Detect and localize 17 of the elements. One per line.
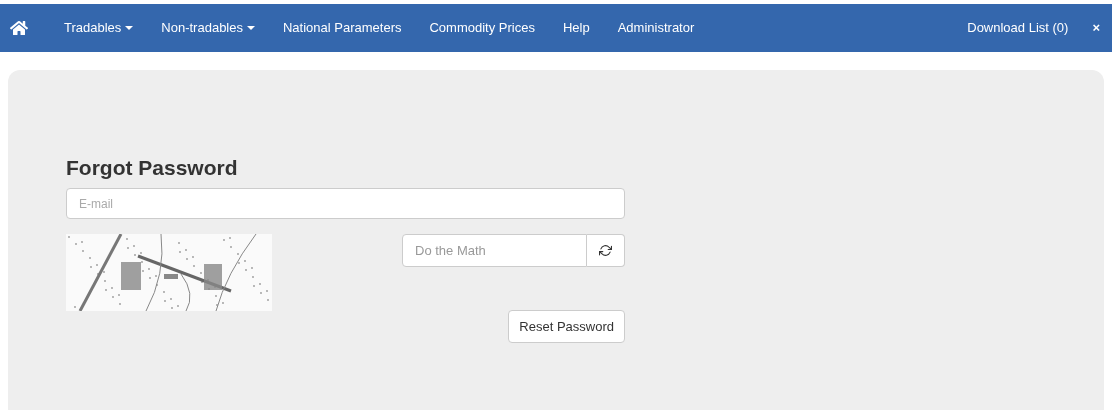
nav-link[interactable]: National Parameters xyxy=(271,18,414,38)
nav-link[interactable]: Tradables xyxy=(52,18,146,38)
reset-password-button[interactable]: Reset Password xyxy=(508,310,625,343)
form-title: Forgot Password xyxy=(66,156,239,180)
caret-icon xyxy=(247,26,255,30)
refresh-button[interactable] xyxy=(587,234,625,267)
nav-link[interactable]: Help xyxy=(550,18,602,38)
nav-link[interactable]: Non-tradables xyxy=(149,18,267,38)
math-answer-field[interactable]: Do the Math xyxy=(402,234,587,267)
download-list-link[interactable]: Download List (0) xyxy=(967,18,1069,38)
nav-link[interactable]: Commodity Prices xyxy=(417,18,547,38)
close-button[interactable]: × xyxy=(1092,18,1100,38)
home-icon[interactable] xyxy=(10,19,28,37)
caret-icon xyxy=(125,26,134,30)
nav-link[interactable]: Administrator xyxy=(605,18,707,38)
refresh-icon xyxy=(599,244,612,257)
email-field[interactable]: E-mail xyxy=(66,188,625,219)
